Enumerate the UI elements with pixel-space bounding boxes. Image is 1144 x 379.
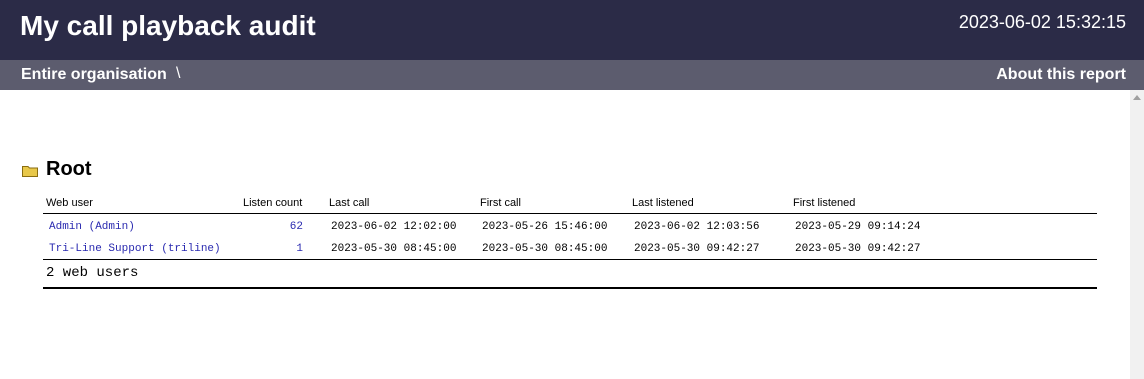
header-bar: My call playback audit 2023-06-02 15:32:… <box>0 0 1144 60</box>
column-header-last-call: Last call <box>329 197 370 209</box>
column-header-last-listened: Last listened <box>632 197 694 209</box>
summary-rule-bottom <box>43 287 1097 289</box>
about-report-link[interactable]: About this report <box>996 66 1126 84</box>
folder-icon <box>22 166 38 177</box>
vertical-scrollbar[interactable] <box>1130 90 1144 379</box>
last-call-cell: 2023-05-30 08:45:00 <box>331 243 457 255</box>
last-call-cell: 2023-06-02 12:02:00 <box>331 221 457 233</box>
breadcrumb-separator: \ <box>176 65 181 82</box>
page-title: My call playback audit <box>20 10 316 41</box>
web-user-link[interactable]: Tri-Line Support (triline) <box>49 243 221 255</box>
column-header-first-call: First call <box>480 197 521 209</box>
breadcrumb-entire-organisation[interactable]: Entire organisation <box>21 66 167 84</box>
report-timestamp: 2023-06-02 15:32:15 <box>958 12 1126 32</box>
column-header-first-listened: First listened <box>793 197 856 209</box>
column-header-web-user: Web user <box>46 197 93 209</box>
section-title-root: Root <box>46 158 92 180</box>
header-rule <box>43 213 1097 214</box>
summary-count: 2 web users <box>46 265 139 281</box>
last-listened-cell: 2023-06-02 12:03:56 <box>634 221 760 233</box>
last-listened-cell: 2023-05-30 09:42:27 <box>634 243 760 255</box>
column-header-listen-count: Listen count <box>243 197 303 209</box>
first-call-cell: 2023-05-26 15:46:00 <box>482 221 608 233</box>
first-call-cell: 2023-05-30 08:45:00 <box>482 243 608 255</box>
listen-count-link[interactable]: 1 <box>263 243 303 255</box>
nav-bar: Entire organisation \ About this report <box>0 60 1144 90</box>
first-listened-cell: 2023-05-29 09:14:24 <box>795 221 921 233</box>
scroll-up-arrow-icon[interactable] <box>1133 95 1141 100</box>
first-listened-cell: 2023-05-30 09:42:27 <box>795 243 921 255</box>
listen-count-link[interactable]: 62 <box>263 221 303 233</box>
web-user-link[interactable]: Admin (Admin) <box>49 221 135 233</box>
summary-rule-top <box>43 259 1097 260</box>
